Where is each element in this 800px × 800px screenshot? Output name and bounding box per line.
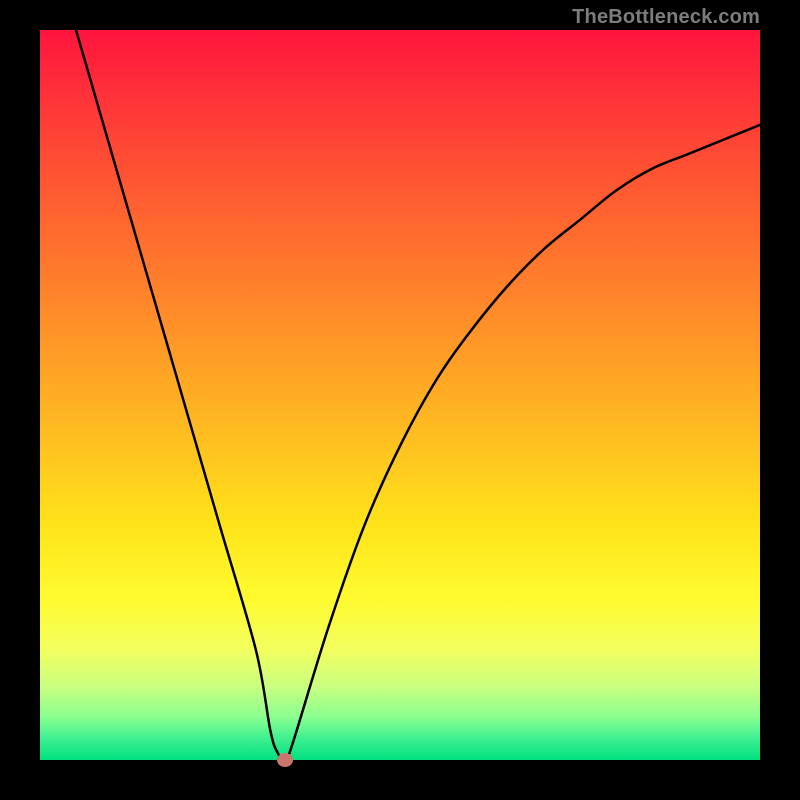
chart-frame: TheBottleneck.com — [0, 0, 800, 800]
watermark-text: TheBottleneck.com — [572, 6, 760, 29]
bottleneck-curve — [40, 30, 760, 760]
optimum-marker — [277, 753, 293, 767]
plot-area — [40, 30, 760, 760]
